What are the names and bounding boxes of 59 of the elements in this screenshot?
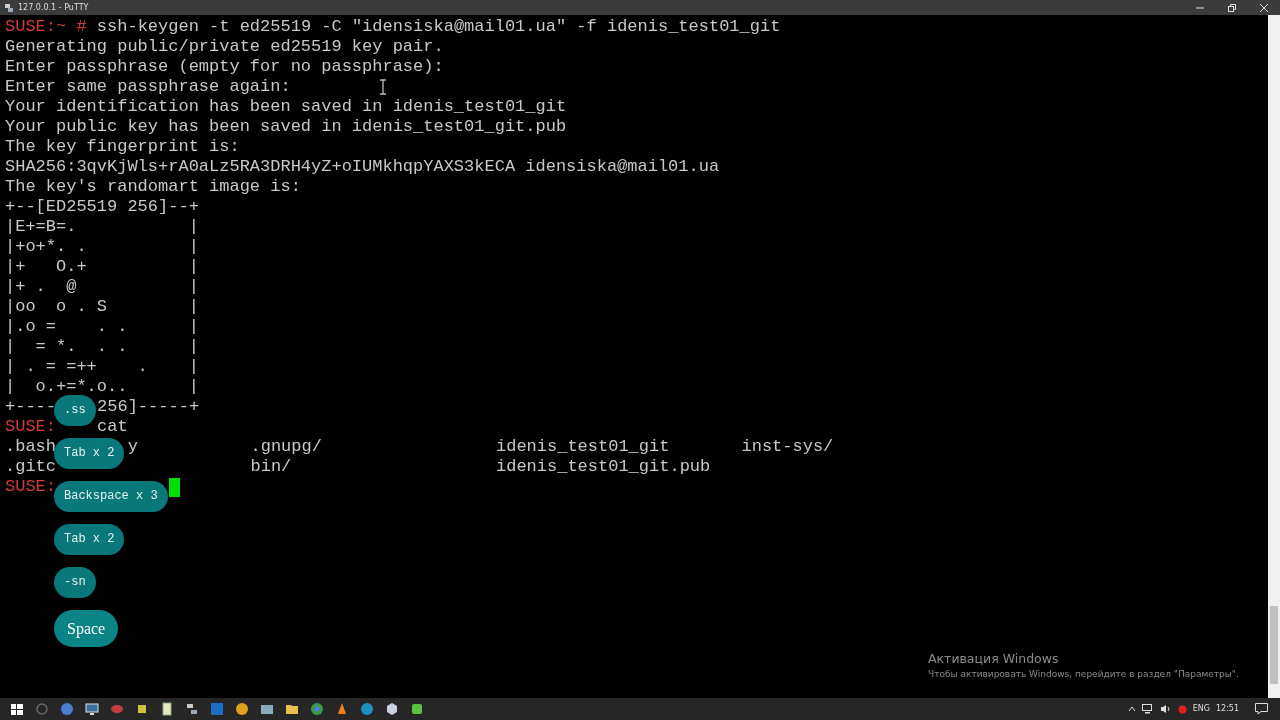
output-line: |oo o . S | [5,297,199,317]
keystroke-bubble: -sn [54,567,96,598]
output-line: 256]-----+ [97,397,200,417]
output-line: The key's randomart image is: [5,177,301,197]
output-line: Generating public/private ed25519 key pair. [5,37,444,57]
monitor-icon[interactable] [83,701,100,717]
notification-icon[interactable] [1255,702,1268,715]
keystroke-bubble: Space [54,610,119,647]
prompt-text: SUSE:~ # [5,17,87,37]
keystroke-bubble: Tab x 2 [54,524,125,555]
keystroke-bubble: .ss [54,395,96,426]
window-title: 127.0.0.1 - PuTTY [18,1,89,14]
output-line: |.o = . . | [5,317,199,337]
output-line: The key fingerprint is: [5,137,240,157]
file-name: .gitc [5,457,56,477]
output-line: | . = =++ . | [5,357,199,377]
file-name: idenis_test01_git.pub [496,457,711,477]
file-name: .gnupg/ [250,437,322,457]
output-line: |+ O.+ | [5,257,199,277]
restore-icon [1228,3,1236,12]
keystroke-bubble: Backspace x 3 [54,481,168,512]
keystroke-bubble: Tab x 2 [54,438,125,469]
output-line: | o.+=*.o.. | [5,377,199,397]
output-line: | = *. . . | [5,337,199,357]
output-line: |E+=B=. | [5,217,199,237]
command-text: cat [97,417,128,437]
prompt-text: SUSE: [5,477,56,497]
notice-title: Активация Windows [928,651,1060,667]
file-name: bin/ [250,457,292,477]
circle-icon[interactable] [58,701,75,717]
clock[interactable]: 12:51 [1215,703,1239,715]
circle-icon[interactable] [233,701,250,717]
square-icon[interactable] [208,701,225,717]
output-line: +--[ED25519 256]--+ [5,197,199,217]
record-icon[interactable] [1177,704,1187,714]
app-icon [4,2,14,13]
language-indicator[interactable]: ENG [1192,703,1210,715]
close-icon [1260,3,1268,12]
file-name: idenis_test01_git [496,437,670,457]
scrollbar-thumb[interactable] [1270,606,1278,684]
output-line: Your identification has been saved in idenis_test01_git [5,97,567,117]
notice-text: Чтобы активировать Windows, перейдите в раздел "Параметры". [928,668,1239,681]
file-name: inst-sys/ [741,437,834,457]
text-cursor-icon [379,79,387,95]
scrollbar[interactable] [1268,15,1280,698]
output-line: |+ . @ | [5,277,199,297]
output-line: Enter same passphrase again: [5,77,291,97]
chevron-icon[interactable] [1127,706,1136,712]
output-line: Enter passphrase (empty for no passphrase): [5,57,444,77]
command-text: ssh-keygen -t ed25519 -C "idensiska@mail01.ua" -f idenis_test01_git [96,17,781,37]
output-line: +---- [5,397,56,417]
output-line: SHA256:3qvKjWls+rA0aLz5RA3DRH4yZ+oIUMkhqpYAXS3kECA idensiska@mail01.ua [5,157,720,177]
output-line: |+o+*. . | [5,237,199,257]
file-name: .bash [5,437,56,457]
speaker-icon[interactable] [1159,704,1172,714]
output-line: Your public key has been saved in idenis_test01_git.pub [5,117,567,137]
file-name: y [127,437,138,457]
windows-logo-icon[interactable] [8,701,25,717]
prompt-text: SUSE: [5,417,56,437]
